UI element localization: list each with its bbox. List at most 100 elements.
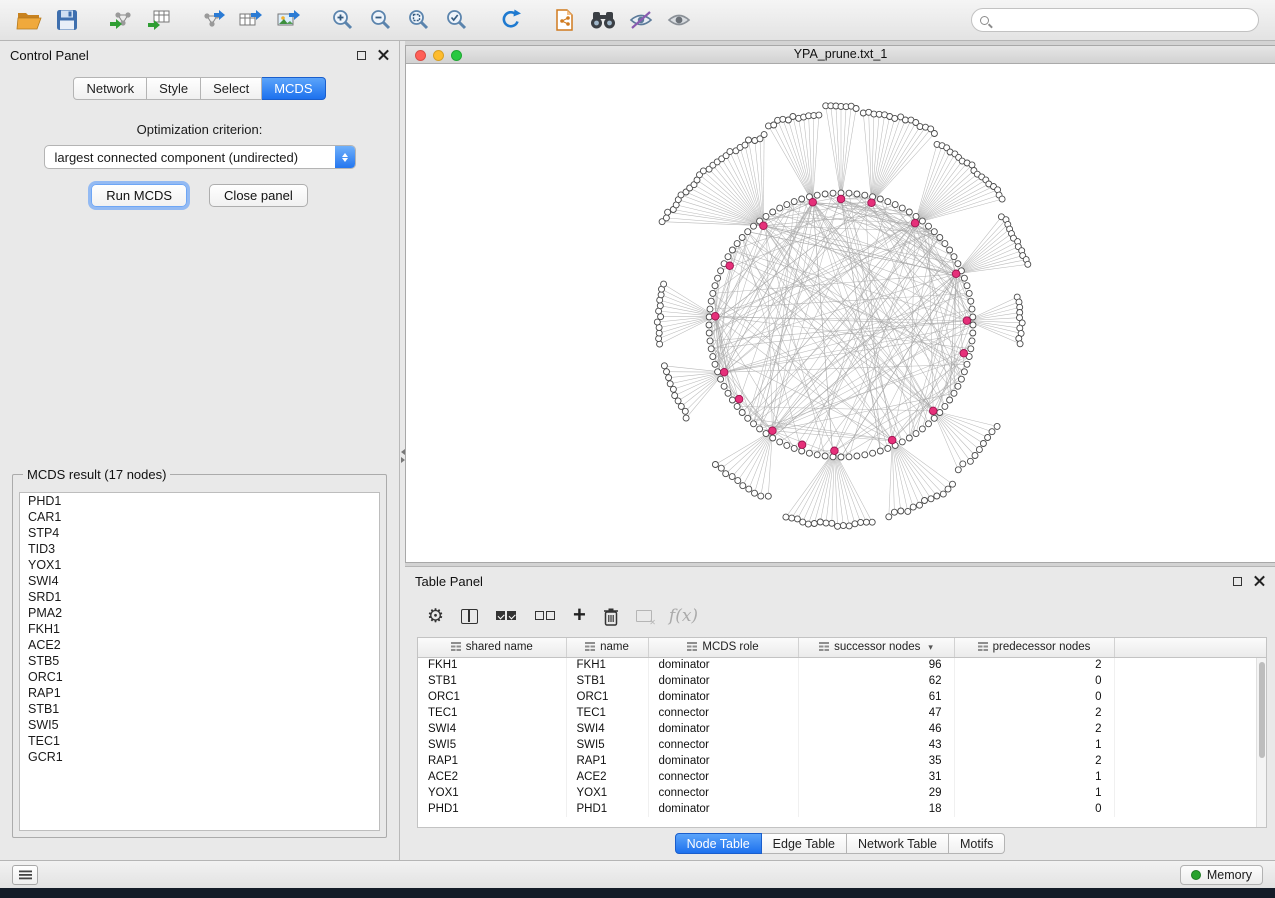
import-table-icon [146,8,172,32]
list-item[interactable]: PMA2 [20,605,379,621]
column-header-name[interactable]: name [566,638,648,657]
list-item[interactable]: TEC1 [20,733,379,749]
list-item[interactable]: TID3 [20,541,379,557]
global-search-field[interactable] [971,8,1259,32]
tab-style[interactable]: Style [147,77,201,100]
list-item[interactable]: GCR1 [20,749,379,765]
list-item[interactable]: CAR1 [20,509,379,525]
scrollbar-thumb[interactable] [1259,662,1265,758]
list-item[interactable]: SRD1 [20,589,379,605]
column-header-predecessor-nodes[interactable]: predecessor nodes [954,638,1114,657]
float-panel-icon[interactable] [357,51,366,60]
add-column-button[interactable]: + [573,603,586,629]
table-row[interactable]: STB1STB1dominator620 [418,673,1266,689]
list-item[interactable]: YOX1 [20,557,379,573]
control-panel: Control Panel NetworkStyleSelectMCDS Opt… [0,41,400,860]
table-row[interactable]: SWI5SWI5connector431 [418,737,1266,753]
zoom-selected-button[interactable] [438,4,476,36]
zoom-out-button[interactable] [362,4,400,36]
table-tabs: Node TableEdge TableNetwork TableMotifs [405,833,1275,854]
list-item[interactable]: SWI4 [20,573,379,589]
search-input[interactable] [995,13,1250,27]
import-table-button[interactable] [140,4,178,36]
table-scrollbar[interactable] [1256,658,1266,827]
table-row[interactable]: ACE2ACE2connector311 [418,769,1266,785]
tab-edge-table[interactable]: Edge Table [762,833,847,854]
export-table-button[interactable] [232,4,270,36]
run-mcds-button[interactable]: Run MCDS [91,184,187,207]
export-network-icon [200,8,226,32]
memory-status-icon [1191,870,1201,880]
plus-icon: + [573,604,586,626]
open-session-button[interactable] [10,4,48,36]
mcds-result-list[interactable]: PHD1CAR1STP4TID3YOX1SWI4SRD1PMA2FKH1ACE2… [19,492,380,831]
list-item[interactable]: FKH1 [20,621,379,637]
tab-node-table[interactable]: Node Table [675,833,762,854]
float-table-panel-icon[interactable] [1233,577,1242,586]
show-all-button[interactable] [660,4,698,36]
network-canvas[interactable] [406,64,1274,562]
tab-network-table[interactable]: Network Table [847,833,949,854]
close-panel-button[interactable]: Close panel [209,184,308,207]
optimization-criterion-label: Optimization criterion: [0,122,399,137]
table-settings-button[interactable]: ⚙ [427,603,444,629]
table-row[interactable]: TEC1TEC1connector472 [418,705,1266,721]
export-image-button[interactable] [270,4,308,36]
export-network-button[interactable] [194,4,232,36]
select-all-button[interactable] [495,603,517,629]
list-item[interactable]: RAP1 [20,685,379,701]
zoom-fit-button[interactable] [400,4,438,36]
column-header-shared-name[interactable]: shared name [418,638,566,657]
table-row[interactable]: PHD1PHD1dominator180 [418,801,1266,817]
export-table-icon [238,8,264,32]
table-column-icon [687,642,697,654]
window-maximize-icon[interactable] [451,50,462,61]
list-item[interactable]: STB5 [20,653,379,669]
tab-motifs[interactable]: Motifs [949,833,1005,854]
list-item[interactable]: STB1 [20,701,379,717]
tab-mcds[interactable]: MCDS [262,77,325,100]
share-network-button[interactable] [546,4,584,36]
table-row[interactable]: SWI4SWI4dominator462 [418,721,1266,737]
import-network-button[interactable] [102,4,140,36]
panel-menu-button[interactable] [12,865,38,885]
table-column-icon [819,642,829,654]
binoculars-icon [589,9,617,31]
show-columns-button[interactable] [461,603,478,629]
close-panel-icon[interactable] [378,50,389,61]
table-row[interactable]: RAP1RAP1dominator352 [418,753,1266,769]
tab-select[interactable]: Select [201,77,262,100]
control-tabs: NetworkStyleSelectMCDS [0,77,399,100]
table-panel-title: Table Panel [415,574,483,589]
tab-network[interactable]: Network [73,77,147,100]
column-header-mcds-role[interactable]: MCDS role [648,638,798,657]
status-bar: Memory [0,860,1275,888]
deselect-all-button[interactable] [534,603,556,629]
list-item[interactable]: ACE2 [20,637,379,653]
save-icon [56,9,78,31]
column-header-successor-nodes[interactable]: successor nodes▾ [798,638,954,657]
table-row[interactable]: YOX1YOX1connector291 [418,785,1266,801]
search-network-button[interactable] [584,4,622,36]
memory-button[interactable]: Memory [1180,865,1263,885]
table-row[interactable]: FKH1FKH1dominator962 [418,657,1266,673]
list-item[interactable]: ORC1 [20,669,379,685]
criterion-dropdown[interactable]: largest connected component (undirected) [44,145,356,169]
hide-selected-button[interactable] [622,4,660,36]
node-table: shared namenameMCDS rolesuccessor nodes▾… [417,637,1267,828]
save-session-button[interactable] [48,4,86,36]
list-item[interactable]: PHD1 [20,493,379,509]
window-close-icon[interactable] [415,50,426,61]
window-minimize-icon[interactable] [433,50,444,61]
list-item[interactable]: STP4 [20,525,379,541]
table-row[interactable]: ORC1ORC1dominator610 [418,689,1266,705]
close-table-panel-icon[interactable] [1254,576,1265,587]
network-window: YPA_prune.txt_1 [405,45,1275,563]
delete-column-button[interactable] [603,603,619,629]
export-image-icon [276,8,302,32]
eye-icon [666,9,692,31]
chevron-down-icon[interactable]: ▾ [928,642,933,652]
list-item[interactable]: SWI5 [20,717,379,733]
zoom-in-button[interactable] [324,4,362,36]
refresh-button[interactable] [492,4,530,36]
